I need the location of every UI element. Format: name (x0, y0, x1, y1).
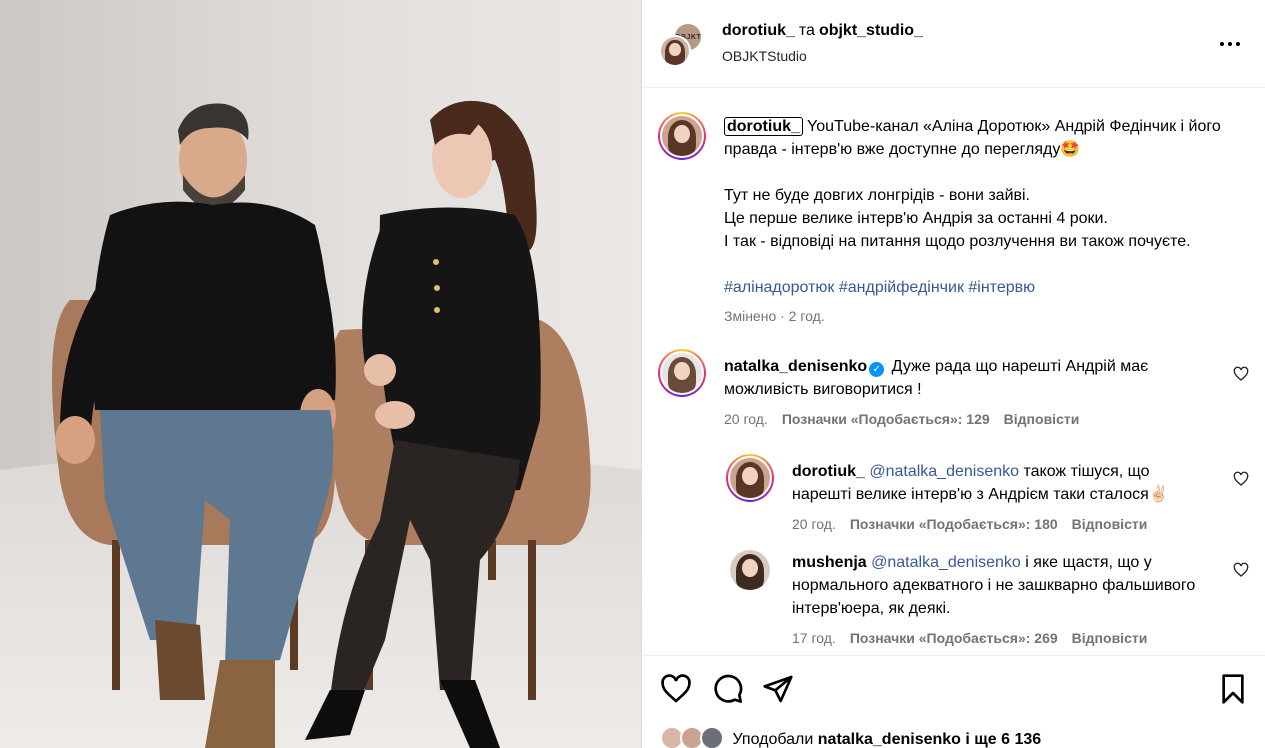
avatar-face (742, 466, 758, 486)
header-user1-link[interactable]: dorotiuk_ (722, 22, 795, 39)
comment-username[interactable]: natalka_denisenko (724, 358, 867, 375)
comment-icon[interactable] (712, 673, 744, 705)
heart-icon[interactable] (1233, 366, 1249, 382)
comment-time: 20 год. (724, 411, 768, 427)
post-modal: OBJKT dorotiuk_ та objkt_studio_ OBJKTStud… (0, 0, 1265, 748)
caption-hashtags[interactable]: #алінадоротюк #андрійфедінчик #інтервю (724, 276, 1249, 299)
post-panel: OBJKT dorotiuk_ та objkt_studio_ OBJKTStud… (641, 0, 1265, 748)
likes-line: Уподобали natalka_denisenko і ще 6 136 (660, 726, 1041, 748)
post-header: OBJKT dorotiuk_ та objkt_studio_ OBJKTStud… (642, 0, 1265, 88)
collab-avatars[interactable]: OBJKT (659, 22, 705, 68)
avatar-face (674, 124, 690, 144)
author-avatar[interactable] (659, 35, 691, 67)
comment-time: 20 год. (792, 516, 836, 532)
comment-mention[interactable]: @natalka_denisenko (869, 463, 1019, 480)
share-icon[interactable] (762, 673, 794, 705)
comment-likes[interactable]: Позначки «Подобається»: 129 (782, 411, 990, 427)
bookmark-icon[interactable] (1217, 673, 1249, 705)
photo-illustration (0, 0, 641, 748)
comment-likes[interactable]: Позначки «Подобається»: 269 (850, 630, 1058, 646)
heart-icon[interactable] (1233, 471, 1249, 487)
comment-avatar[interactable] (658, 349, 706, 397)
comment-meta: 20 год. Позначки «Подобається»: 180 Відпов… (792, 516, 1147, 532)
post-actions: Уподобали natalka_denisenko і ще 6 136 (642, 655, 1265, 748)
caption-line1: dorotiuk_ YouTube-канал «Аліна Доротюк» … (724, 115, 1249, 161)
avatar-face (669, 43, 681, 57)
header-names: dorotiuk_ та objkt_studio_ (722, 22, 923, 40)
comments-scroll[interactable]: dorotiuk_ YouTube-канал «Аліна Доротюк» … (642, 89, 1265, 655)
likes-user-link[interactable]: natalka_denisenko (818, 731, 961, 748)
comment-body: dorotiuk_ @natalka_denisenko також тішус… (792, 460, 1212, 506)
caption-username[interactable]: dorotiuk_ (724, 117, 803, 136)
avatar-face (674, 361, 690, 381)
heart-icon[interactable] (1233, 562, 1249, 578)
caption-avatar-inner (660, 114, 704, 158)
liker-avatar (700, 726, 724, 748)
comment-meta: 17 год. Позначки «Подобається»: 269 Відпов… (792, 630, 1147, 646)
header-separator: та (798, 22, 815, 39)
comment-likes[interactable]: Позначки «Подобається»: 180 (850, 516, 1058, 532)
comment-mention[interactable]: @natalka_denisenko (871, 554, 1021, 571)
comment-body: natalka_denisenko ✓ Дуже рада що нарешті … (724, 355, 1224, 401)
verified-icon: ✓ (869, 362, 885, 377)
caption-line2: Тут не буде довгих лонгрідів - вони зайв… (724, 187, 1030, 204)
reply-button[interactable]: Відповісти (1072, 630, 1148, 646)
comment-time: 17 год. (792, 630, 836, 646)
caption-avatar[interactable] (658, 112, 706, 160)
comment-avatar[interactable] (730, 550, 770, 590)
comment-body: mushenja @natalka_denisenko і яке щастя,… (792, 551, 1212, 620)
caption-meta: Змінено · 2 год. (724, 308, 825, 324)
likes-count[interactable]: і ще 6 136 (965, 731, 1041, 748)
avatar-face (742, 558, 758, 578)
comment-meta: 20 год. Позначки «Подобається»: 129 Відпов… (724, 411, 1079, 427)
caption-line3: Це перше велике інтерв'ю Андрія за остан… (724, 210, 1108, 227)
reply-button[interactable]: Відповісти (1004, 411, 1080, 427)
comment-username[interactable]: mushenja (792, 554, 867, 571)
more-icon-glyph (1220, 42, 1240, 46)
post-photo[interactable] (0, 0, 641, 748)
header-user2-link[interactable]: objkt_studio_ (819, 22, 923, 39)
comment-avatar-inner (660, 351, 704, 395)
caption-line4: І так - відповіді на питання щодо розлуч… (724, 233, 1191, 250)
reply-button[interactable]: Відповісти (1072, 516, 1148, 532)
liker-avatars[interactable] (660, 726, 728, 748)
heart-icon[interactable] (660, 673, 692, 705)
more-icon[interactable] (1218, 34, 1242, 54)
comment-avatar-inner (728, 456, 772, 500)
likes-prefix: Уподобали (732, 731, 814, 748)
caption: dorotiuk_ YouTube-канал «Аліна Доротюк» … (724, 115, 1249, 299)
comment-username[interactable]: dorotiuk_ (792, 463, 865, 480)
header-location[interactable]: OBJKTStudio (722, 48, 807, 64)
comment-avatar[interactable] (726, 454, 774, 502)
